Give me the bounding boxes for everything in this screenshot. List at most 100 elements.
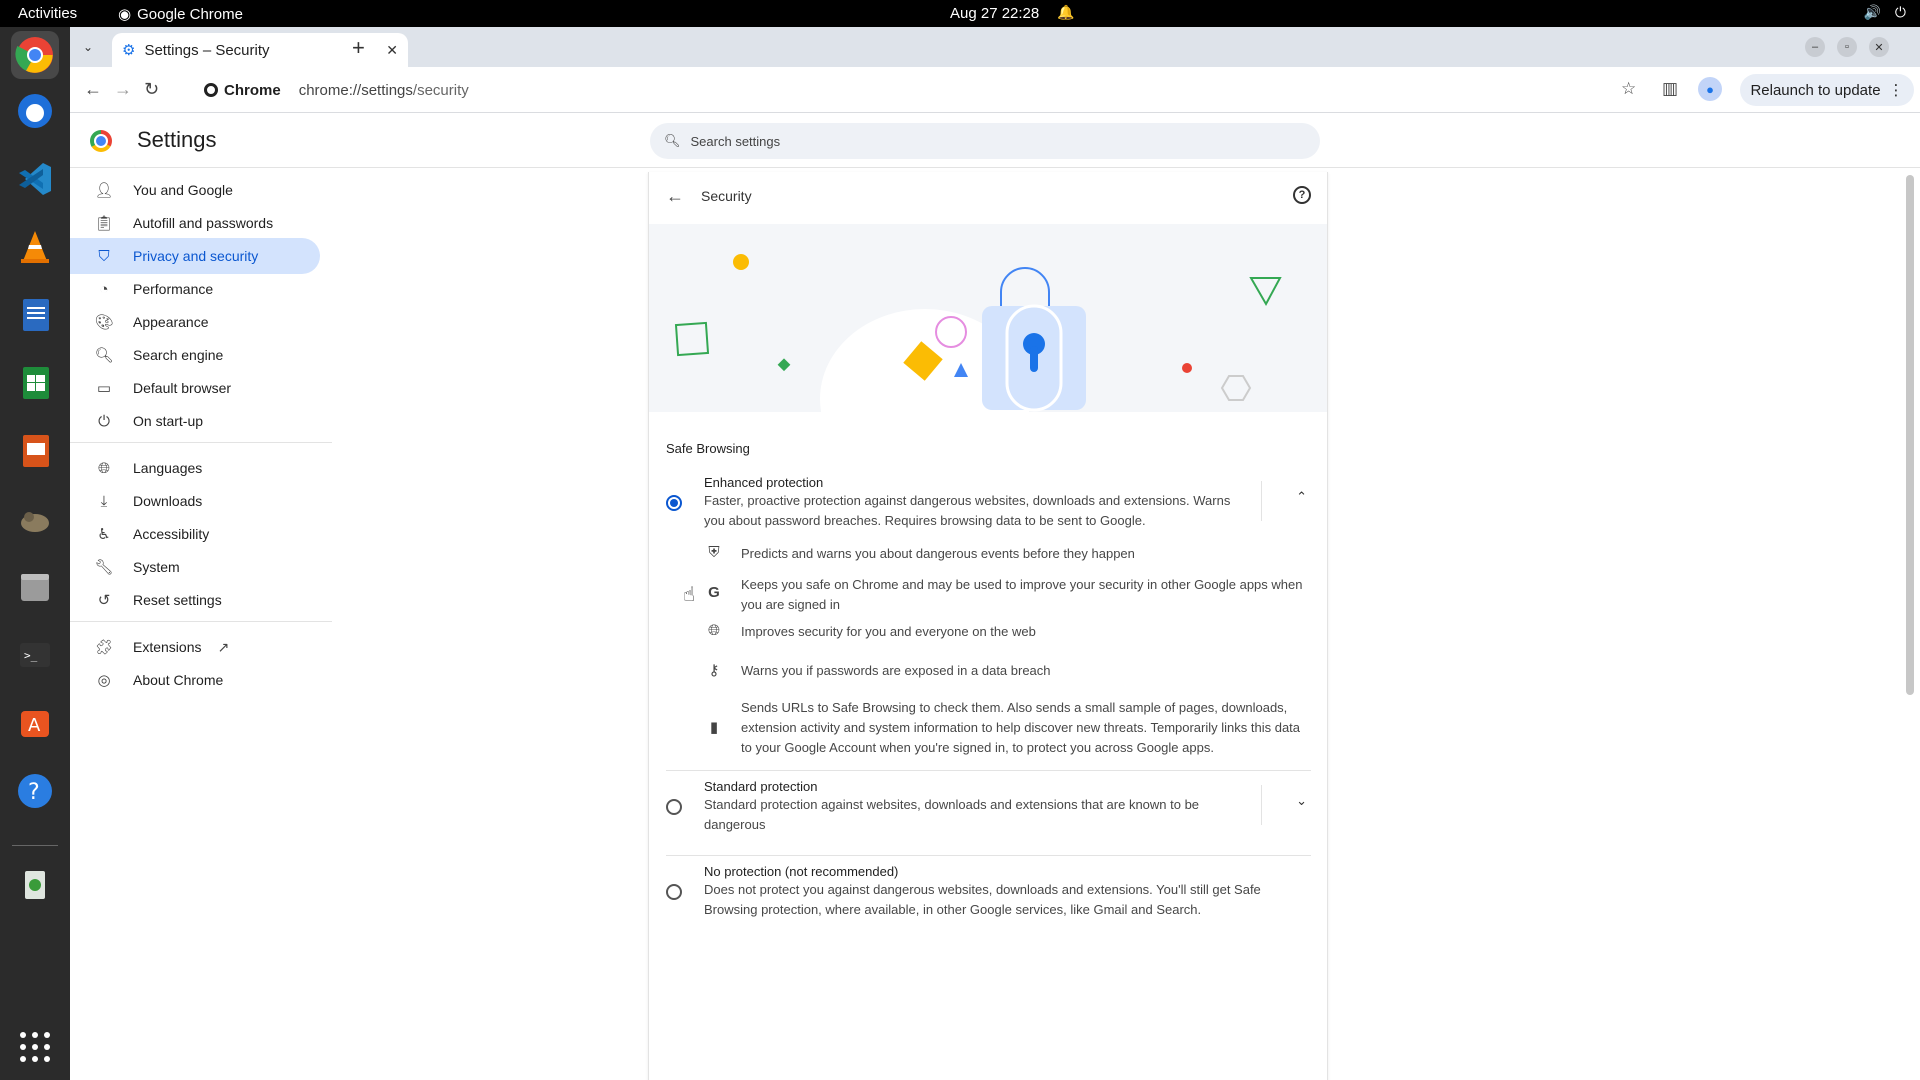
enhanced-protection-desc: Faster, proactive protection against dan… [704,493,1231,528]
system-tray[interactable]: 🔊 ⏻ [1863,4,1906,21]
option-divider [1261,785,1262,825]
download-icon: ⤓ [100,492,108,510]
sidebar-item-default-browser[interactable]: ▭ Default browser [70,370,320,406]
dock-thunderbird-icon[interactable] [11,87,59,135]
back-button[interactable]: ← [84,79,102,100]
dock-calc-icon[interactable] [11,359,59,407]
dock-vscode-icon[interactable] [11,155,59,203]
dock-vlc-icon[interactable] [11,223,59,271]
bookmark-star-icon[interactable]: ☆ [1621,79,1636,99]
omnibox[interactable]: Chrome chrome://settings/security [190,73,1490,107]
sidebar-item-extensions[interactable]: 🧩︎ Extensions ↗ [70,629,320,665]
sidebar-item-system[interactable]: 🔧︎ System [70,549,320,585]
chrome-settings-logo-icon [90,130,112,152]
app-menu[interactable]: ◉ Google Chrome [118,5,243,24]
sidebar-item-about[interactable]: ◎ About Chrome [70,662,320,698]
sidebar-item-appearance[interactable]: 🎨︎ Appearance [70,304,320,340]
no-protection-desc: Does not protect you against dangerous w… [704,882,1261,917]
sidebar-item-label: Languages [133,460,203,476]
subpage-header: ← Security ? [649,172,1327,224]
clock[interactable]: Aug 27 22:28 [950,5,1039,22]
side-panel-icon[interactable]: ▥ [1662,79,1678,99]
shield-icon: ⛉ [98,247,110,265]
power-icon: ⏻ [1894,4,1906,20]
sidebar-item-search-engine[interactable]: 🔍︎ Search engine [70,337,320,373]
open-external-icon: ↗ [217,638,230,655]
dock-separator [12,845,58,846]
history-icon: ↺ [97,592,111,609]
settings-title: Settings [137,127,217,152]
option-separator [666,855,1311,856]
sidebar-item-you-and-google[interactable]: 👤︎ You and Google [70,172,320,208]
tab-title: Settings – Security [144,41,270,59]
dock-app-grid-icon[interactable] [11,1023,59,1071]
dock-trash-icon[interactable] [11,859,59,907]
dock-chrome-icon[interactable] [11,31,59,79]
sidebar-item-downloads[interactable]: ⤓ Downloads [70,483,320,519]
sidebar-item-accessibility[interactable]: ♿︎ Accessibility [70,516,320,552]
sidebar-item-label: Privacy and security [133,248,259,264]
dock-software-icon[interactable]: A [11,699,59,747]
feature-text: Sends URLs to Safe Browsing to check the… [741,700,1301,755]
option-separator [666,770,1311,771]
back-arrow-icon[interactable]: ← [666,186,684,207]
more-menu-icon[interactable]: ⋮ [1889,81,1904,99]
enhanced-protection-radio[interactable] [666,495,682,511]
url-path: /security [412,81,469,99]
reload-button[interactable]: ↻ [144,79,159,100]
collapse-chevron-icon[interactable]: ⌃ [1296,489,1307,505]
enhanced-protection-title: Enhanced protection [704,475,824,490]
notification-bell-icon: 🔔 [1057,4,1075,20]
dock-writer-icon[interactable] [11,291,59,339]
option-divider [1261,481,1262,521]
relaunch-button[interactable]: Relaunch to update ⋮ [1740,74,1914,106]
no-protection-title: No protection (not recommended) [704,864,899,879]
forward-button[interactable]: → [114,79,132,100]
toolbar: ← → ↻ Chrome chrome://settings/security … [70,67,1920,113]
expand-chevron-icon[interactable]: ⌄ [1296,793,1307,809]
profile-avatar-icon[interactable]: ● [1698,77,1722,101]
tab-close-icon[interactable]: ✕ [386,42,398,59]
power-icon: ⏻ [98,412,110,430]
dock-files-icon[interactable] [11,563,59,611]
sidebar-item-performance[interactable]: ◔ Performance [70,271,320,307]
tab-search-chevron-icon[interactable]: ⌄ [76,35,100,59]
restore-button[interactable]: ▫ [1837,37,1857,57]
bar-chart-icon: ▮ [709,719,719,736]
sidebar-item-autofill[interactable]: 📋︎ Autofill and passwords [70,205,320,241]
sidebar-item-reset[interactable]: ↺ Reset settings [70,582,320,618]
new-tab-button[interactable]: + [352,35,365,61]
settings-search-input[interactable]: 🔍︎ Search settings [650,123,1320,159]
activities-button[interactable]: Activities [18,5,77,22]
app-name-label: Google Chrome [137,5,243,23]
close-window-button[interactable]: ✕ [1869,37,1889,57]
no-protection-radio[interactable] [666,884,682,900]
dock: >_ A ? [0,27,70,1080]
sidebar-item-privacy[interactable]: ⛉ Privacy and security [70,238,320,274]
standard-protection-desc: Standard protection against websites, do… [704,797,1200,832]
sidebar-item-label: You and Google [133,182,233,198]
dock-help-icon[interactable]: ? [11,767,59,815]
minimize-button[interactable]: – [1805,37,1825,57]
help-icon[interactable]: ? [1293,186,1311,204]
dock-impress-icon[interactable] [11,427,59,475]
chrome-window: ⌄ ⚙ Settings – Security ✕ + – ▫ ✕ ← → ↻ … [70,27,1920,1080]
sidebar-item-on-startup[interactable]: ⏻ On start-up [70,403,320,439]
site-chip[interactable]: Chrome [204,82,281,99]
feature-row: 🌐︎ Improves security for you and everyon… [704,622,1304,644]
sidebar-item-label: Search engine [133,347,224,363]
sidebar-item-label: Reset settings [133,592,222,608]
page-scrollbar[interactable] [1906,175,1914,695]
dock-gimp-icon[interactable] [11,495,59,543]
url-host: chrome://settings [298,81,413,99]
sidebar-item-languages[interactable]: 🌐︎ Languages [70,450,320,486]
url-text[interactable]: chrome://settings/security [299,82,469,99]
globe-icon: 🌐︎ [97,459,110,477]
person-icon: 👤︎ [94,182,114,199]
sidebar-item-label: Appearance [133,314,209,330]
wrench-icon: 🔧︎ [94,559,114,576]
dock-terminal-icon[interactable]: >_ [11,631,59,679]
palette-icon: 🎨︎ [94,314,114,331]
standard-protection-radio[interactable] [666,799,682,815]
shield-icon: ⛨ [708,544,720,561]
